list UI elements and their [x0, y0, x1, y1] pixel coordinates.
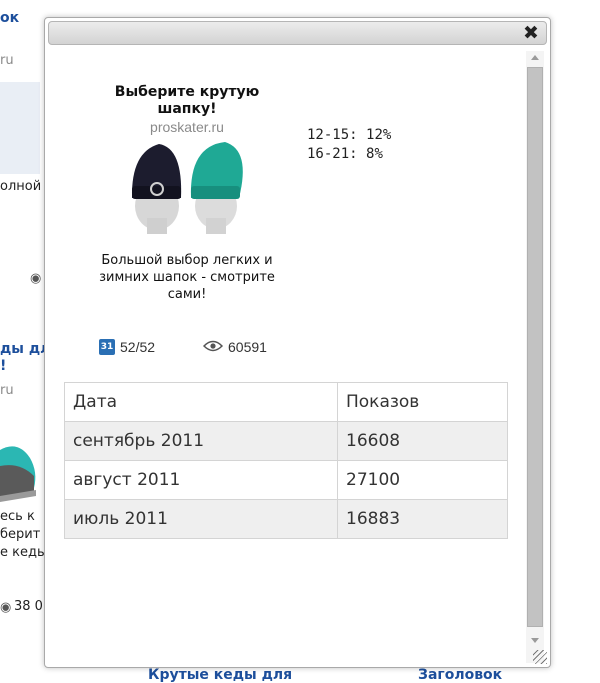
cell-impressions: 16883: [337, 499, 508, 539]
calendar-icon: 31: [99, 339, 115, 355]
dialog-titlebar[interactable]: ✖: [48, 21, 547, 45]
bg-views-count: 38 0: [14, 599, 43, 614]
ad-stats-dialog: ✖ Выберите крутую шапку! proskater.ru Бо…: [44, 17, 551, 668]
table-row: сентябрь 2011 16608: [64, 421, 508, 461]
table-row: август 2011 27100: [64, 460, 508, 500]
age-stat-label: 12-15:: [307, 127, 358, 143]
bg-thumbnail[interactable]: [0, 82, 40, 174]
cell-month: сентябрь 2011: [64, 421, 338, 461]
scroll-up-arrow-icon[interactable]: [531, 55, 539, 60]
bg-link-top[interactable]: ок: [0, 10, 19, 26]
bg-domain-2: ru: [0, 383, 14, 398]
eye-icon: [202, 339, 224, 355]
cell-impressions: 27100: [337, 460, 508, 500]
ad-title[interactable]: Выберите крутую шапку!: [97, 84, 277, 118]
days-counter: 31 52/52: [99, 339, 155, 355]
eye-icon: ◉: [0, 600, 12, 615]
cell-impressions: 16608: [337, 421, 508, 461]
bg-sneaker-thumbnail[interactable]: [0, 410, 40, 504]
close-icon[interactable]: ✖: [522, 22, 540, 44]
bg-link-bottom-2[interactable]: Заголовок: [418, 667, 502, 683]
table-header-row: Дата Показов: [64, 382, 508, 422]
age-stats: 12-15: 12% 16-21: 8%: [307, 126, 391, 164]
column-header-date: Дата: [64, 382, 338, 422]
beanie-hats-image[interactable]: [123, 140, 251, 234]
resize-grip-icon[interactable]: [533, 650, 547, 664]
column-header-impressions: Показов: [337, 382, 508, 422]
cell-month: август 2011: [64, 460, 338, 500]
table-row: июль 2011 16883: [64, 499, 508, 539]
age-stat-label: 16-21:: [307, 146, 358, 162]
age-stat-value: 8%: [366, 146, 383, 162]
age-stat-row: 16-21: 8%: [307, 145, 391, 164]
impressions-table: Дата Показов сентябрь 2011 16608 август …: [64, 382, 508, 539]
age-stat-row: 12-15: 12%: [307, 126, 391, 145]
bg-snippet-text: олной: [0, 179, 42, 194]
ad-preview[interactable]: Выберите крутую шапку! proskater.ru Боль…: [97, 84, 277, 303]
bg-link-bottom-1[interactable]: Крутые кеды для: [148, 667, 292, 683]
vertical-scrollbar[interactable]: [526, 51, 544, 663]
bg-link-title-2[interactable]: !: [0, 358, 6, 374]
ad-description: Большой выбор легких и зимних шапок - см…: [99, 253, 275, 302]
eye-icon: ◉: [30, 271, 42, 286]
bg-snippet-line-1: есь к: [0, 509, 35, 524]
scroll-down-arrow-icon[interactable]: [531, 638, 539, 643]
bg-snippet-line-2: берит: [0, 527, 41, 542]
age-stat-value: 12%: [366, 127, 392, 143]
ad-domain: proskater.ru: [150, 119, 224, 135]
cell-month: июль 2011: [64, 499, 338, 539]
views-value: 60591: [228, 339, 267, 355]
days-value: 52/52: [120, 339, 156, 355]
scrollbar-thumb[interactable]: [527, 67, 543, 627]
views-counter: 60591: [202, 339, 267, 355]
bg-snippet-line-3: е кеды: [0, 545, 48, 560]
bg-domain: ru: [0, 53, 14, 68]
bg-link-title[interactable]: ды дл: [0, 341, 50, 357]
